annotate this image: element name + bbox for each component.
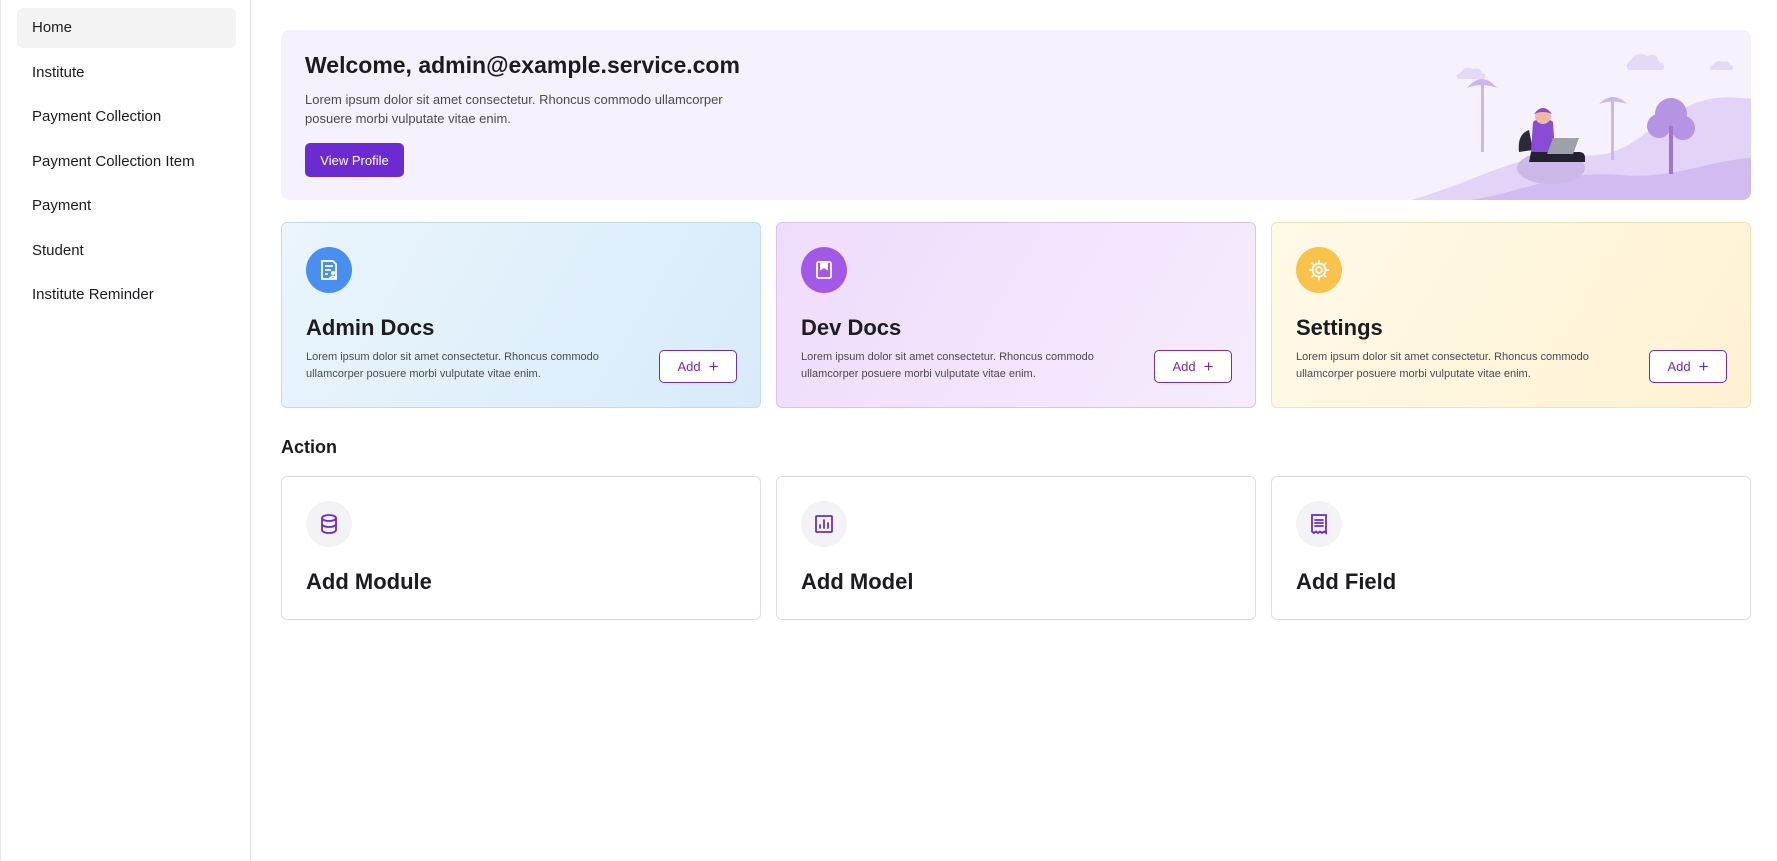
- admin-docs-add-button[interactable]: Add +: [659, 350, 737, 383]
- add-module-title: Add Module: [306, 569, 432, 594]
- add-button-label: Add: [1667, 359, 1691, 374]
- chart-icon: [801, 501, 847, 547]
- card-title: Settings: [1296, 315, 1383, 340]
- sidebar: Home Institute Payment Collection Paymen…: [0, 0, 251, 861]
- card-settings: Settings Lorem ipsum dolor sit amet cons…: [1271, 222, 1751, 408]
- card-description: Lorem ipsum dolor sit amet consectetur. …: [1296, 351, 1589, 380]
- database-icon: [306, 501, 352, 547]
- card-description: Lorem ipsum dolor sit amet consectetur. …: [306, 351, 599, 380]
- view-profile-button[interactable]: View Profile: [305, 143, 404, 177]
- add-field-card[interactable]: Add Field: [1271, 476, 1751, 620]
- welcome-title: Welcome, admin@example.service.com: [305, 52, 740, 78]
- card-description: Lorem ipsum dolor sit amet consectetur. …: [801, 351, 1094, 380]
- plus-icon: +: [1203, 357, 1214, 376]
- card-title: Admin Docs: [306, 315, 435, 340]
- settings-add-button[interactable]: Add +: [1649, 350, 1727, 383]
- welcome-banner: Welcome, admin@example.service.com Lorem…: [281, 30, 1751, 200]
- main-content: Welcome, admin@example.service.com Lorem…: [251, 0, 1777, 861]
- dev-docs-icon: [801, 247, 847, 293]
- sidebar-item-payment-collection-item[interactable]: Payment Collection Item: [17, 142, 236, 182]
- dev-docs-add-button[interactable]: Add +: [1154, 350, 1232, 383]
- action-section-title: Action: [281, 437, 337, 457]
- sidebar-item-payment-collection[interactable]: Payment Collection: [17, 97, 236, 137]
- gear-icon: [1296, 247, 1342, 293]
- sidebar-item-student[interactable]: Student: [17, 231, 236, 271]
- add-button-label: Add: [677, 359, 701, 374]
- sidebar-item-institute[interactable]: Institute: [17, 53, 236, 93]
- add-module-card[interactable]: Add Module: [281, 476, 761, 620]
- add-field-title: Add Field: [1296, 569, 1397, 594]
- card-title: Dev Docs: [801, 315, 902, 340]
- admin-docs-icon: [306, 247, 352, 293]
- plus-icon: +: [708, 357, 719, 376]
- sidebar-item-home[interactable]: Home: [17, 8, 236, 48]
- card-dev-docs: Dev Docs Lorem ipsum dolor sit amet cons…: [776, 222, 1256, 408]
- add-model-card[interactable]: Add Model: [776, 476, 1256, 620]
- card-admin-docs: Admin Docs Lorem ipsum dolor sit amet co…: [281, 222, 761, 408]
- welcome-illustration: [1411, 53, 1751, 200]
- welcome-text: Lorem ipsum dolor sit amet consectetur. …: [305, 92, 723, 126]
- sidebar-item-institute-reminder[interactable]: Institute Reminder: [17, 275, 236, 315]
- list-icon: [1296, 501, 1342, 547]
- add-model-title: Add Model: [801, 569, 914, 594]
- plus-icon: +: [1698, 357, 1709, 376]
- add-button-label: Add: [1172, 359, 1196, 374]
- sidebar-item-payment[interactable]: Payment: [17, 186, 236, 226]
